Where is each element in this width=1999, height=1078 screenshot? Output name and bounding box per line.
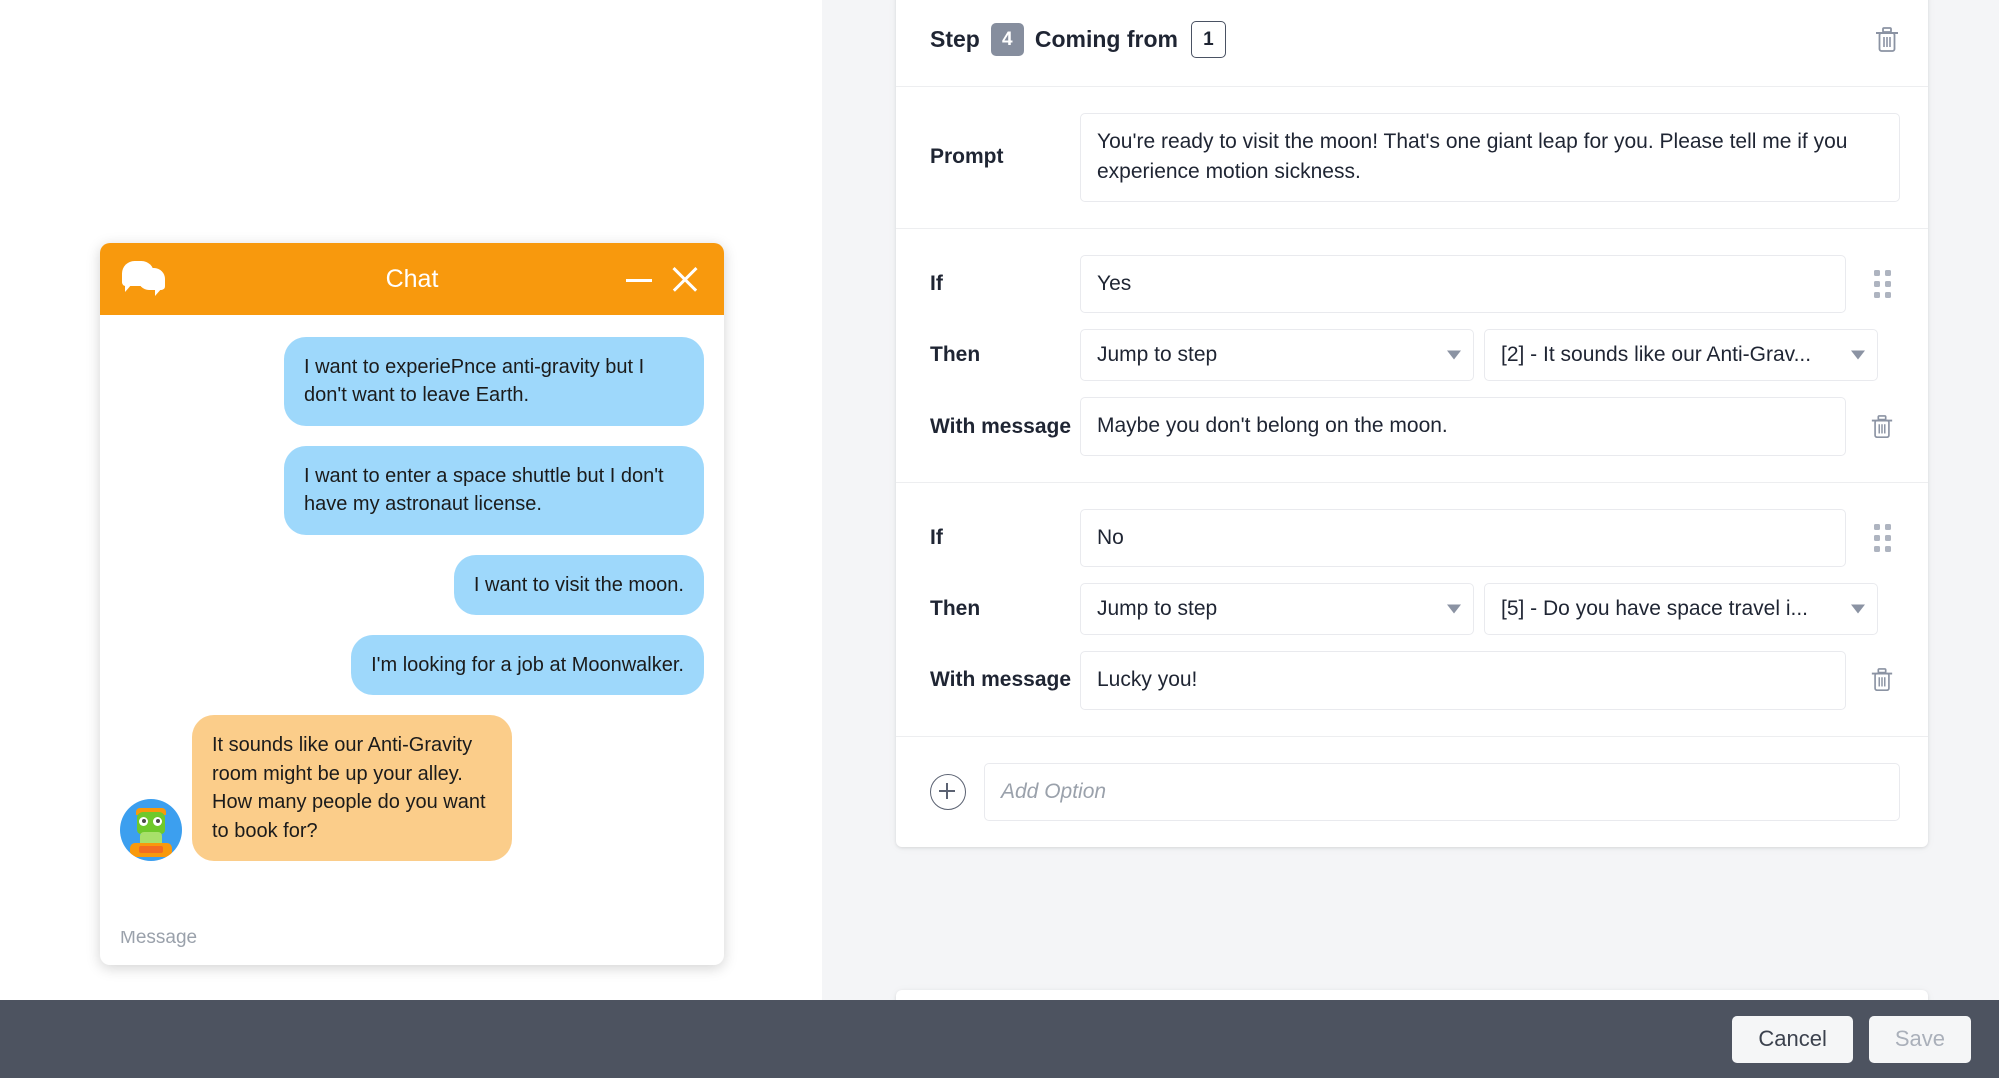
chat-bubble-user: I want to enter a space shuttle but I do… — [284, 445, 704, 535]
chat-widget-header: Chat — [100, 243, 724, 315]
if-label: If — [930, 525, 943, 549]
prompt-section: Prompt You're ready to visit the moon! T… — [896, 87, 1928, 229]
add-option-section: Add Option — [896, 737, 1928, 847]
chat-message-list: I want to experiePnce anti-gravity but I… — [100, 315, 724, 931]
trash-icon — [1871, 414, 1893, 438]
cancel-button[interactable]: Cancel — [1732, 1015, 1853, 1063]
chevron-down-icon — [1851, 604, 1865, 614]
option-block: If Yes Then Jump to step [2] - It sounds… — [896, 229, 1928, 483]
then-selects: Jump to step [5] - Do you have space tra… — [1080, 583, 1878, 636]
chat-window-controls — [624, 262, 702, 296]
delete-option-button[interactable] — [1864, 414, 1900, 440]
chat-message: I want to enter a space shuttle but I do… — [120, 445, 704, 535]
then-label: Then — [930, 343, 981, 367]
target-step-select[interactable]: [2] - It sounds like our Anti-Grav... — [1484, 329, 1878, 382]
if-input[interactable]: No — [1080, 508, 1846, 568]
step-card-header: Step 4 Coming from 1 — [896, 0, 1928, 87]
close-icon[interactable] — [668, 262, 702, 296]
target-step-select[interactable]: [5] - Do you have space travel i... — [1484, 583, 1878, 636]
chevron-down-icon — [1447, 604, 1461, 614]
plus-circle-icon[interactable] — [930, 773, 966, 810]
delete-option-button[interactable] — [1864, 667, 1900, 693]
chat-widget: Chat I want to experiePnce anti-gravity … — [100, 243, 724, 965]
target-step-value: [2] - It sounds like our Anti-Grav... — [1501, 343, 1812, 367]
target-step-value: [5] - Do you have space travel i... — [1501, 597, 1808, 621]
with-message-input[interactable]: Maybe you don't belong on the moon. — [1080, 397, 1846, 456]
step-card: Step 4 Coming from 1 Prompt You're ready… — [896, 0, 1928, 848]
action-select[interactable]: Jump to step — [1080, 583, 1474, 636]
option-block: If No Then Jump to step [5] - Do you hav… — [896, 483, 1928, 737]
drag-handle-icon[interactable] — [1864, 270, 1900, 299]
chat-bubble-user: I want to visit the moon. — [453, 554, 704, 615]
add-option-input[interactable]: Add Option — [984, 762, 1900, 822]
next-step-card[interactable] — [896, 990, 1928, 1000]
chat-input-peek[interactable]: Message — [100, 931, 724, 965]
chat-input-placeholder: Message — [120, 931, 198, 948]
chat-message: I want to experiePnce anti-gravity but I… — [120, 337, 704, 426]
action-bar: Cancel Save — [0, 1000, 1999, 1078]
bot-avatar — [120, 798, 182, 861]
chat-bubbles-icon — [122, 261, 166, 297]
then-label: Then — [930, 597, 981, 621]
coming-from-badge[interactable]: 1 — [1190, 21, 1226, 58]
with-message-label: With message — [930, 668, 1072, 692]
chat-bubble-user: I want to experiePnce anti-gravity but I… — [284, 337, 704, 426]
step-number-badge: 4 — [990, 23, 1024, 56]
chevron-down-icon — [1851, 350, 1865, 360]
chevron-down-icon — [1447, 350, 1461, 360]
then-selects: Jump to step [2] - It sounds like our An… — [1080, 329, 1878, 382]
with-message-label: With message — [930, 414, 1072, 438]
step-label: Step — [930, 26, 980, 52]
chat-preview-pane: Chat I want to experiePnce anti-gravity … — [0, 0, 822, 1000]
action-select-value: Jump to step — [1097, 343, 1218, 367]
action-select-value: Jump to step — [1097, 597, 1218, 621]
delete-step-button[interactable] — [1874, 26, 1900, 54]
chat-message: It sounds like our Anti-Gravity room mig… — [120, 715, 704, 861]
if-input[interactable]: Yes — [1080, 254, 1846, 314]
app-root: Chat I want to experiePnce anti-gravity … — [0, 0, 1999, 1078]
if-label: If — [930, 272, 943, 296]
save-button[interactable]: Save — [1868, 1015, 1971, 1063]
drag-handle-icon[interactable] — [1864, 523, 1900, 552]
coming-from-label: Coming from — [1034, 26, 1178, 52]
minimize-icon[interactable] — [624, 264, 654, 294]
trash-icon — [1871, 668, 1893, 692]
chat-message: I want to visit the moon. — [120, 554, 704, 615]
with-message-input[interactable]: Lucky you! — [1080, 651, 1846, 710]
prompt-input[interactable]: You're ready to visit the moon! That's o… — [1080, 113, 1900, 202]
action-select[interactable]: Jump to step — [1080, 329, 1474, 382]
chat-bubble-user: I'm looking for a job at Moonwalker. — [351, 634, 704, 696]
chat-bubble-bot: It sounds like our Anti-Gravity room mig… — [192, 715, 512, 861]
step-editor-pane: Step 4 Coming from 1 Prompt You're ready… — [822, 0, 1999, 1000]
prompt-label: Prompt — [930, 145, 1004, 169]
chat-message: I'm looking for a job at Moonwalker. — [120, 634, 704, 696]
trash-icon — [1876, 26, 1898, 52]
